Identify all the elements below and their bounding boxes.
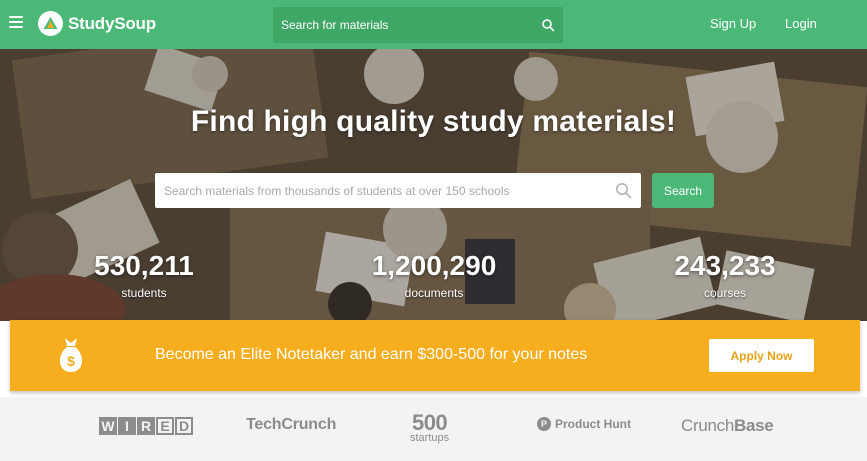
500-startups-logo: 500 startups [410, 410, 450, 444]
wired-logo: W I R E D [99, 417, 194, 435]
hero-search-placeholder: Search materials from thousands of stude… [164, 183, 510, 198]
search-icon[interactable] [615, 182, 632, 199]
hamburger-menu-icon[interactable] [9, 16, 23, 28]
techcrunch-logo: TechCrunch [246, 416, 337, 433]
stat-courses: 243,233 courses [615, 249, 835, 300]
top-navbar: StudySoup Search for materials Sign Up L… [0, 0, 867, 49]
svg-text:$: $ [67, 353, 75, 369]
product-hunt-icon: P [537, 417, 551, 431]
studysoup-logo[interactable]: StudySoup [38, 11, 156, 36]
logo-icon [38, 11, 63, 36]
search-icon[interactable] [541, 18, 555, 32]
hero-search-input[interactable]: Search materials from thousands of stude… [155, 173, 641, 208]
product-hunt-logo: P Product Hunt [537, 417, 631, 431]
hero-search-button[interactable]: Search [652, 173, 714, 208]
money-bag-icon: $ [59, 338, 83, 372]
stat-label: documents [404, 286, 464, 300]
signup-link[interactable]: Sign Up [710, 16, 756, 31]
stat-label: courses [703, 286, 747, 300]
stat-label: students [121, 286, 167, 300]
press-logos-bar: W I R E D TechCrunch 500 startups P Prod… [0, 397, 867, 461]
navbar-search-placeholder: Search for materials [281, 18, 389, 32]
crunchbase-logo: CrunchBase [681, 416, 774, 435]
login-link[interactable]: Login [785, 16, 817, 31]
hero-title: Find high quality study materials! [190, 105, 677, 138]
logo-text: StudySoup [68, 13, 156, 33]
stat-number: 1,200,290 [371, 250, 497, 281]
hero-section: Find high quality study materials! Searc… [0, 49, 867, 321]
stat-number: 530,211 [94, 250, 194, 281]
elite-notetaker-banner: $ Become an Elite Notetaker and earn $30… [10, 320, 860, 391]
navbar-search-input[interactable]: Search for materials [273, 7, 563, 43]
apply-now-button[interactable]: Apply Now [709, 339, 814, 372]
stat-number: 243,233 [674, 250, 776, 281]
stat-students: 530,211 students [34, 249, 254, 300]
banner-text: Become an Elite Notetaker and earn $300-… [155, 346, 588, 363]
stat-documents: 1,200,290 documents [324, 249, 544, 300]
